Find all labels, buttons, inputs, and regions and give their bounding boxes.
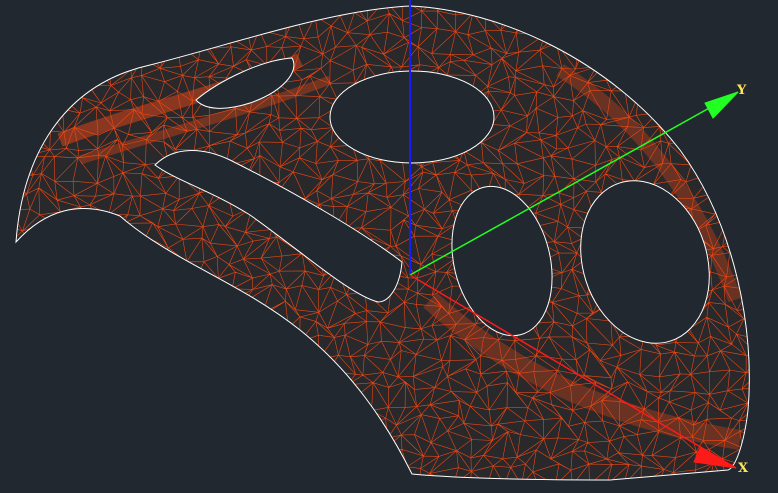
- x-axis-label: X: [738, 461, 749, 476]
- y-axis-label: Y: [736, 83, 747, 98]
- cad-viewport[interactable]: Y X: [0, 0, 778, 493]
- wireframe-scene[interactable]: Y X: [0, 0, 778, 493]
- hole-top-center: [329, 70, 495, 164]
